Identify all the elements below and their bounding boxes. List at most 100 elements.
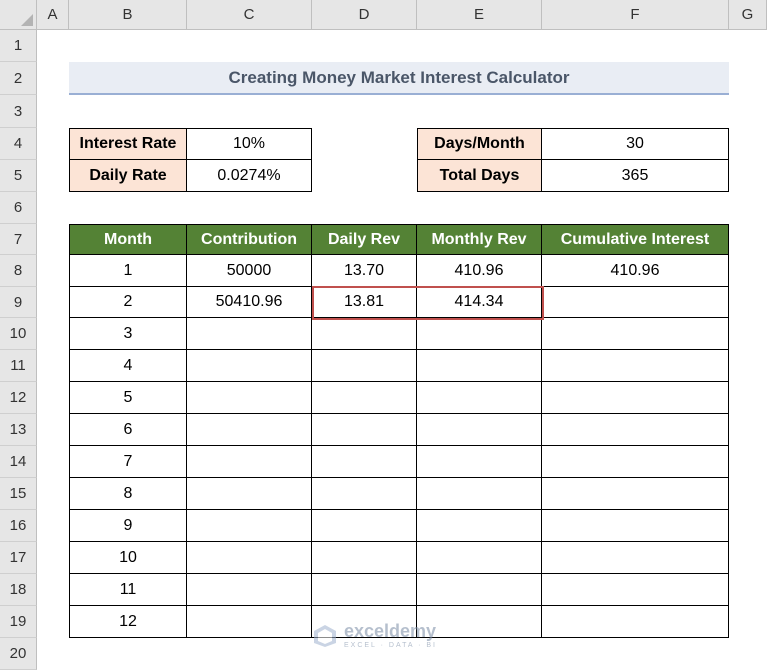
table-cell[interactable] bbox=[416, 349, 542, 382]
table-header-cell[interactable]: Month bbox=[69, 224, 187, 255]
table-cell[interactable] bbox=[311, 445, 417, 478]
table-header-cell[interactable]: Cumulative Interest bbox=[541, 224, 729, 255]
table-cell[interactable] bbox=[541, 413, 729, 446]
table-cell[interactable] bbox=[541, 541, 729, 574]
select-all-triangle-icon bbox=[21, 14, 33, 26]
column-header-f[interactable]: F bbox=[542, 0, 729, 30]
table-cell[interactable] bbox=[186, 509, 312, 542]
table-cell[interactable] bbox=[541, 573, 729, 606]
spreadsheet-grid[interactable]: ABCDEFG 1 2 3 4 5 6 7 8 9 10 11 12 13 14 15 16 17 18 19 20 … bbox=[0, 0, 767, 670]
table-cell[interactable] bbox=[311, 413, 417, 446]
table-cell[interactable]: 4 bbox=[69, 349, 187, 382]
column-header-d[interactable]: D bbox=[312, 0, 417, 30]
row-header-7[interactable]: 7 bbox=[0, 224, 37, 255]
select-all-corner[interactable] bbox=[0, 0, 37, 30]
row-header-8[interactable]: 8 bbox=[0, 255, 37, 287]
table-cell[interactable] bbox=[541, 509, 729, 542]
row-header-3[interactable]: 3 bbox=[0, 95, 37, 128]
param-label: Daily Rate bbox=[69, 160, 187, 192]
row-header-9[interactable]: 9 bbox=[0, 287, 37, 318]
column-header-b[interactable]: B bbox=[69, 0, 187, 30]
table-cell[interactable] bbox=[541, 445, 729, 478]
table-cell[interactable] bbox=[311, 381, 417, 414]
table-cell[interactable] bbox=[186, 349, 312, 382]
table-cell[interactable]: 3 bbox=[69, 317, 187, 350]
table-cell[interactable] bbox=[416, 413, 542, 446]
table-cell[interactable] bbox=[416, 509, 542, 542]
table-cell[interactable] bbox=[186, 477, 312, 510]
table-cell[interactable]: 50410.96 bbox=[186, 286, 312, 318]
table-cell[interactable]: 7 bbox=[69, 445, 187, 478]
column-header-e[interactable]: E bbox=[417, 0, 542, 30]
row-header-2[interactable]: 2 bbox=[0, 62, 37, 95]
table-cell[interactable] bbox=[541, 349, 729, 382]
param-value[interactable]: 365 bbox=[541, 160, 729, 192]
table-cell[interactable]: 414.34 bbox=[416, 286, 542, 318]
row-header-19[interactable]: 19 bbox=[0, 606, 37, 638]
table-cell[interactable]: 410.96 bbox=[541, 254, 729, 287]
table-cell[interactable] bbox=[541, 605, 729, 638]
table-cell[interactable] bbox=[311, 541, 417, 574]
table-cell[interactable]: 6 bbox=[69, 413, 187, 446]
row-header-13[interactable]: 13 bbox=[0, 414, 37, 446]
table-cell[interactable] bbox=[186, 573, 312, 606]
row-header-20[interactable]: 20 bbox=[0, 638, 37, 670]
row-header-1[interactable]: 1 bbox=[0, 30, 37, 62]
table-cell[interactable]: 2 bbox=[69, 286, 187, 318]
table-cell[interactable]: 1 bbox=[69, 254, 187, 287]
table-cell[interactable]: 410.96 bbox=[416, 254, 542, 287]
table-cell[interactable]: 10 bbox=[69, 541, 187, 574]
table-header-cell[interactable]: Monthly Rev bbox=[416, 224, 542, 255]
watermark-subtitle: EXCEL · DATA · BI bbox=[344, 642, 437, 649]
table-header-cell[interactable]: Daily Rev bbox=[311, 224, 417, 255]
row-header-5[interactable]: 5 bbox=[0, 160, 37, 192]
table-cell[interactable] bbox=[541, 477, 729, 510]
table-cell[interactable] bbox=[186, 541, 312, 574]
row-header-12[interactable]: 12 bbox=[0, 382, 37, 414]
table-header-cell[interactable]: Contribution bbox=[186, 224, 312, 255]
table-cell[interactable]: 9 bbox=[69, 509, 187, 542]
table-cell[interactable] bbox=[311, 573, 417, 606]
table-cell[interactable]: 5 bbox=[69, 381, 187, 414]
table-cell[interactable] bbox=[186, 413, 312, 446]
table-cell[interactable] bbox=[311, 477, 417, 510]
table-cell[interactable] bbox=[416, 317, 542, 350]
table-cell[interactable]: 11 bbox=[69, 573, 187, 606]
column-header-c[interactable]: C bbox=[187, 0, 312, 30]
table-cell[interactable] bbox=[186, 605, 312, 638]
row-header-6[interactable]: 6 bbox=[0, 192, 37, 224]
table-cell[interactable] bbox=[416, 477, 542, 510]
table-cell[interactable] bbox=[541, 286, 729, 318]
table-cell[interactable] bbox=[311, 509, 417, 542]
table-cell[interactable] bbox=[416, 445, 542, 478]
table-cell[interactable]: 50000 bbox=[186, 254, 312, 287]
param-value[interactable]: 10% bbox=[186, 128, 312, 160]
table-cell[interactable] bbox=[311, 349, 417, 382]
sheet-title[interactable]: Creating Money Market Interest Calculato… bbox=[69, 62, 729, 95]
table-cell[interactable] bbox=[186, 445, 312, 478]
row-header-11[interactable]: 11 bbox=[0, 350, 37, 382]
table-cell[interactable] bbox=[416, 541, 542, 574]
table-cell[interactable]: 8 bbox=[69, 477, 187, 510]
row-header-18[interactable]: 18 bbox=[0, 574, 37, 606]
table-cell[interactable] bbox=[311, 317, 417, 350]
table-cell[interactable]: 13.70 bbox=[311, 254, 417, 287]
param-value[interactable]: 0.0274% bbox=[186, 160, 312, 192]
table-cell[interactable] bbox=[541, 381, 729, 414]
table-cell[interactable]: 13.81 bbox=[311, 286, 417, 318]
row-header-4[interactable]: 4 bbox=[0, 128, 37, 160]
row-header-10[interactable]: 10 bbox=[0, 318, 37, 350]
table-cell[interactable] bbox=[541, 317, 729, 350]
param-value[interactable]: 30 bbox=[541, 128, 729, 160]
row-header-15[interactable]: 15 bbox=[0, 478, 37, 510]
table-cell[interactable] bbox=[416, 573, 542, 606]
table-cell[interactable] bbox=[416, 381, 542, 414]
row-header-14[interactable]: 14 bbox=[0, 446, 37, 478]
row-header-17[interactable]: 17 bbox=[0, 542, 37, 574]
row-header-16[interactable]: 16 bbox=[0, 510, 37, 542]
column-header-a[interactable]: A bbox=[37, 0, 69, 30]
table-cell[interactable] bbox=[186, 317, 312, 350]
table-cell[interactable] bbox=[186, 381, 312, 414]
column-header-g[interactable]: G bbox=[729, 0, 767, 30]
table-cell[interactable]: 12 bbox=[69, 605, 187, 638]
